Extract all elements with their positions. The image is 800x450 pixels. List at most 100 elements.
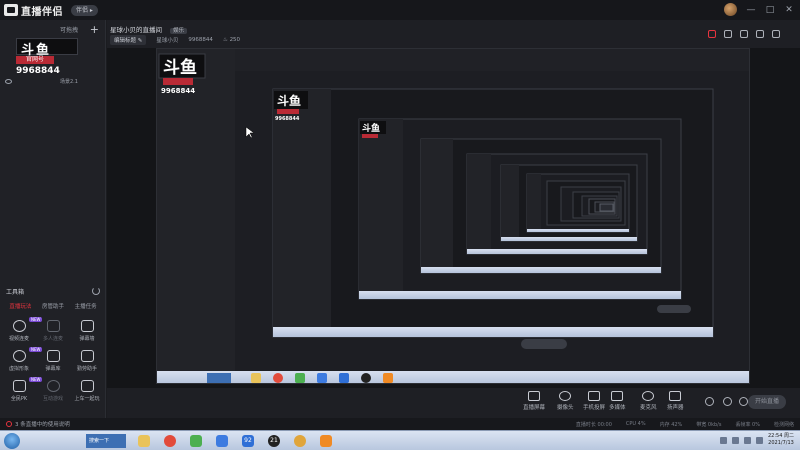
- live-preview[interactable]: 斗鱼 9968844 斗鱼 9968844 斗鱼: [156, 48, 750, 384]
- app-92-icon[interactable]: 92: [238, 433, 258, 449]
- tool-pk[interactable]: NEW 全民PK: [2, 377, 43, 402]
- speaker-button[interactable]: 扬声器: [667, 391, 684, 411]
- screen-capture-button[interactable]: 直播屏幕: [523, 391, 545, 411]
- car-icon: [80, 380, 94, 392]
- add-scene-button[interactable]: +: [90, 23, 99, 36]
- douyu-live-icon[interactable]: [316, 433, 336, 449]
- star-icon[interactable]: [212, 433, 232, 449]
- start-live-button[interactable]: 开始直播: [748, 395, 786, 409]
- room-meta: 编辑标题 ✎ 星球小贝 9968844 ♨ 250: [110, 35, 240, 45]
- tab-room-manager[interactable]: 房管助手: [37, 302, 70, 310]
- phone-cast-icon: [588, 391, 600, 401]
- version-badge[interactable]: 伴侣 ▸: [71, 4, 98, 16]
- eye-icon[interactable]: [5, 78, 12, 84]
- tool-label: 虚拟形象: [8, 366, 29, 372]
- danmu-lib-icon: [46, 350, 60, 362]
- video-link-icon: [12, 320, 26, 332]
- heat-count: ♨ 250: [222, 37, 241, 43]
- scene-row: 场景2.1: [0, 76, 105, 86]
- tool-danmu-lib[interactable]: 弹幕库: [36, 350, 70, 372]
- tool-label: 弹幕墙: [79, 336, 95, 342]
- maximize-button[interactable]: □: [765, 5, 775, 15]
- lock-icon[interactable]: [724, 30, 732, 38]
- refresh-icon[interactable]: [92, 287, 100, 295]
- windows-start-icon[interactable]: [4, 432, 20, 449]
- link-icon[interactable]: [772, 30, 780, 38]
- gear-icon[interactable]: [739, 397, 748, 406]
- player-icon[interactable]: [186, 433, 206, 449]
- douyu-logo-icon: [4, 4, 18, 16]
- tool-multi-link[interactable]: 多人连麦: [36, 320, 70, 342]
- scene-hint: 可拖拽: [60, 26, 79, 34]
- status-notice[interactable]: 3 条直播中的使用说明: [6, 420, 70, 428]
- scene-header: 可拖拽 +: [0, 20, 105, 38]
- tool-label: 互动游戏: [42, 396, 63, 402]
- record-icon[interactable]: [705, 397, 714, 406]
- chrome-icon[interactable]: [160, 433, 180, 449]
- tool-assist[interactable]: 勤劳助手: [70, 350, 104, 372]
- edit-title-button[interactable]: 编辑标题 ✎: [110, 35, 147, 45]
- close-button[interactable]: ✕: [784, 5, 794, 15]
- svg-text:9968844: 9968844: [275, 116, 300, 122]
- scene-thumbnail: 斗鱼: [16, 38, 78, 58]
- toolbox-header: 工具箱: [0, 285, 106, 297]
- control-label: 直播屏幕: [523, 405, 546, 411]
- tool-label: 视频连麦: [8, 336, 29, 342]
- tab-live-play[interactable]: 直播玩法: [4, 302, 37, 310]
- toolbox: 工具箱 直播玩法 房管助手 主播任务 NEW 视频连麦 多人连麦 弹幕墙 NEW…: [0, 285, 106, 402]
- minimize-button[interactable]: —: [746, 5, 756, 15]
- tool-avatar[interactable]: NEW 虚拟形象: [2, 347, 43, 372]
- live-duration: 直播时长 00:00: [575, 421, 612, 428]
- media-button[interactable]: 多媒体: [609, 391, 626, 411]
- media-icon: [611, 391, 624, 401]
- room-header: 星球小贝的直播间 娱乐 编辑标题 ✎ 星球小贝 9968844 ♨ 250: [107, 20, 800, 48]
- message-icon[interactable]: [740, 30, 748, 38]
- room-title: 星球小贝的直播间: [110, 26, 162, 34]
- tool-car[interactable]: 上车一起玩: [70, 380, 104, 402]
- control-label: 摄像头: [557, 405, 574, 411]
- system-clock[interactable]: 22:54 周二 2021/7/13: [768, 433, 794, 447]
- tool-danmu-wall[interactable]: 弹幕墙: [70, 320, 104, 342]
- tray-icon[interactable]: [732, 436, 739, 444]
- multi-link-icon: [46, 320, 60, 332]
- settings-gear-icon[interactable]: [723, 397, 732, 406]
- status-bar: 3 条直播中的使用说明 直播时长 00:00 CPU 4% 内存 42% 带宽 …: [0, 418, 800, 430]
- tray-icon[interactable]: [720, 436, 727, 444]
- camera-button[interactable]: 摄像头: [557, 391, 574, 411]
- chrome-alt-icon[interactable]: [290, 433, 310, 449]
- user-avatar[interactable]: [724, 3, 737, 16]
- svg-text:斗鱼: 斗鱼: [362, 122, 380, 134]
- mic-icon: [642, 391, 655, 401]
- room-owner: 星球小贝: [156, 38, 179, 44]
- left-panel: 可拖拽 + 斗鱼 官网号 9968844 场景2.1 工具箱 直播玩法 房管助手…: [0, 20, 106, 418]
- tool-game[interactable]: 互动游戏: [36, 380, 70, 402]
- scene-item[interactable]: 斗鱼 官网号 9968844 场景2.1: [0, 38, 105, 86]
- system-tray: 22:54 周二 2021/7/13: [720, 433, 794, 447]
- phone-cast-button[interactable]: 手机投屏: [583, 391, 605, 411]
- notice-icon: [6, 421, 12, 427]
- tool-video-link[interactable]: NEW 视频连麦: [2, 317, 43, 342]
- home-icon[interactable]: [756, 30, 764, 38]
- mic-button[interactable]: 麦克风: [640, 391, 657, 411]
- control-label: 扬声器: [667, 405, 684, 411]
- control-label: 麦克风: [640, 405, 657, 411]
- app-logo: 直播伴侣: [4, 3, 63, 18]
- tray-icon[interactable]: [744, 436, 751, 444]
- network-check[interactable]: 检测网络: [774, 421, 794, 428]
- tab-anchor-task[interactable]: 主播任务: [69, 302, 102, 310]
- danmu-wall-icon: [80, 320, 94, 332]
- svg-text:9968844: 9968844: [161, 87, 195, 95]
- share-icon[interactable]: [708, 30, 716, 38]
- bandwidth: 带宽 0kb/s: [696, 421, 722, 428]
- taskbar-search[interactable]: 搜索一下: [86, 433, 126, 448]
- category-badge[interactable]: 娱乐: [170, 28, 188, 34]
- tool-label: 多人连麦: [42, 336, 63, 342]
- app-92-label: 92: [242, 434, 254, 447]
- heat-value: 250: [229, 37, 241, 43]
- app-21-label: 21: [268, 434, 280, 447]
- app-titlebar: 直播伴侣 伴侣 ▸ — □ ✕: [0, 0, 800, 20]
- svg-text:斗鱼: 斗鱼: [163, 57, 197, 78]
- app-21-icon[interactable]: 21: [264, 433, 284, 449]
- tray-icon[interactable]: [756, 436, 763, 444]
- folder-icon[interactable]: [134, 433, 154, 449]
